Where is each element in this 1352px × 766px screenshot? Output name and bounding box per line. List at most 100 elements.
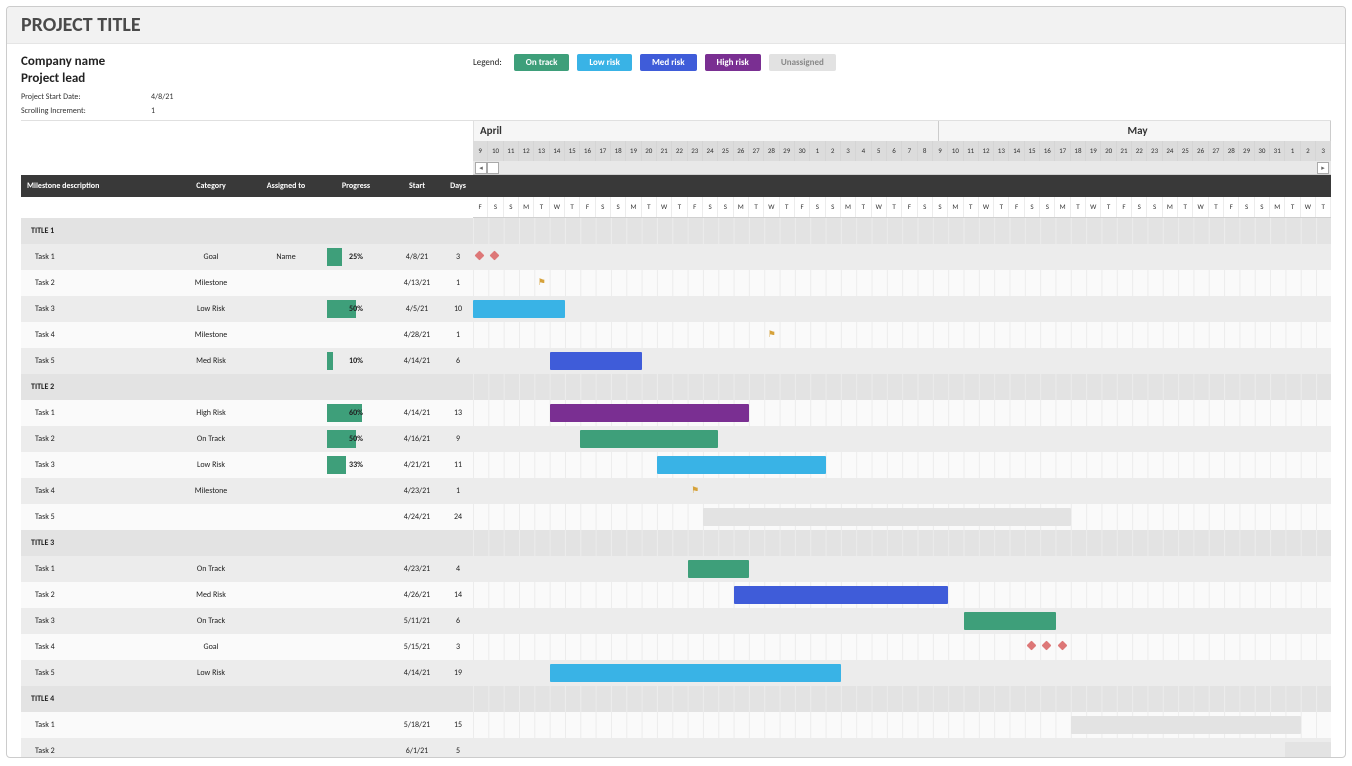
day-letter-cell: M: [734, 197, 749, 217]
start-date-label: Project Start Date:: [21, 92, 151, 102]
cell-progress: 25%: [321, 248, 391, 266]
day-num-cell: 24: [1163, 141, 1178, 161]
day-num-cell: 6: [887, 141, 902, 161]
cell-description: Task 3: [21, 616, 171, 626]
day-letter-cell: S: [810, 197, 825, 217]
cell-category: Milestone: [171, 278, 251, 288]
cell-category: On Track: [171, 616, 251, 626]
cell-start: 4/14/21: [391, 408, 443, 418]
day-num-cell: 20: [642, 141, 657, 161]
cell-start: 5/18/21: [391, 720, 443, 730]
col-assigned: Assigned to: [251, 181, 321, 191]
day-num-cell: 19: [626, 141, 641, 161]
day-letter-cell: F: [1117, 197, 1132, 217]
table-row[interactable]: Task 2On Track50%4/16/219: [21, 426, 1331, 452]
cell-days: 1: [443, 278, 473, 288]
section-row[interactable]: TITLE 3: [21, 530, 1331, 556]
day-num-cell: 31: [1270, 141, 1285, 161]
cell-assigned: Name: [251, 252, 321, 262]
table-row[interactable]: Task 26/1/215: [21, 738, 1331, 758]
day-num-cell: 5: [872, 141, 887, 161]
day-num-cell: 14: [550, 141, 565, 161]
cell-days: 11: [443, 460, 473, 470]
day-letter-cell: S: [1040, 197, 1055, 217]
cell-days: 9: [443, 434, 473, 444]
cell-start: 4/28/21: [391, 330, 443, 340]
table-row[interactable]: Task 1GoalName25%4/8/213: [21, 244, 1331, 270]
section-row[interactable]: TITLE 4: [21, 686, 1331, 712]
table-row[interactable]: Task 4Goal5/15/213: [21, 634, 1331, 660]
table-row[interactable]: Task 5Low Risk4/14/2119: [21, 660, 1331, 686]
table-row[interactable]: Task 1On Track4/23/214: [21, 556, 1331, 582]
table-row[interactable]: Task 2Med Risk4/26/2114: [21, 582, 1331, 608]
day-num-cell: 30: [1255, 141, 1270, 161]
cell-description: Task 1: [21, 720, 171, 730]
day-letter-cell: S: [918, 197, 933, 217]
day-letter-cell: F: [795, 197, 810, 217]
day-num-cell: 25: [1178, 141, 1193, 161]
day-letter-cell: T: [994, 197, 1009, 217]
day-num-cell: 29: [780, 141, 795, 161]
day-num-cell: 3: [841, 141, 856, 161]
table-row[interactable]: Task 1High Risk60%4/14/2113: [21, 400, 1331, 426]
cell-start: 5/11/21: [391, 616, 443, 626]
table-row[interactable]: Task 5Med Risk10%4/14/216: [21, 348, 1331, 374]
cell-days: 13: [443, 408, 473, 418]
day-letter-cell: S: [504, 197, 519, 217]
day-letter-cell: S: [1025, 197, 1040, 217]
scroll-label: Scrolling Increment:: [21, 106, 151, 116]
day-letter-cell: S: [611, 197, 626, 217]
cell-progress: 60%: [321, 404, 391, 422]
day-num-cell: 16: [580, 141, 595, 161]
day-letter-cell: W: [1193, 197, 1208, 217]
day-letter-cell: W: [764, 197, 779, 217]
day-letter-cell: M: [519, 197, 534, 217]
section-row[interactable]: TITLE 1: [21, 218, 1331, 244]
day-letter-cell: S: [718, 197, 733, 217]
table-row[interactable]: Task 3On Track 5/11/216: [21, 608, 1331, 634]
day-num-cell: 30: [795, 141, 810, 161]
cell-days: 5: [443, 746, 473, 756]
month-header-may: May: [939, 121, 1331, 141]
scroll-left-icon[interactable]: ◂: [475, 162, 487, 174]
day-letter-cell: M: [841, 197, 856, 217]
cell-start: 4/21/21: [391, 460, 443, 470]
table-row[interactable]: Task 4Milestone4/23/211: [21, 478, 1331, 504]
table-row[interactable]: Task 2Milestone4/13/211: [21, 270, 1331, 296]
day-num-cell: 7: [902, 141, 917, 161]
day-num-cell: 22: [1132, 141, 1147, 161]
day-letter-cell: T: [887, 197, 902, 217]
day-letter-cell: T: [1209, 197, 1224, 217]
day-num-cell: 3: [1316, 141, 1331, 161]
table-row[interactable]: Task 4Milestone4/28/211: [21, 322, 1331, 348]
scroll-thumb[interactable]: [487, 162, 499, 174]
scroll-right-icon[interactable]: ▸: [1317, 162, 1329, 174]
cell-days: 6: [443, 616, 473, 626]
day-num-cell: 19: [1086, 141, 1101, 161]
day-letter-cell: S: [488, 197, 503, 217]
cell-progress: 33%: [321, 456, 391, 474]
cell-description: Task 2: [21, 746, 171, 756]
cell-description: Task 3: [21, 304, 171, 314]
cell-category: Med Risk: [171, 356, 251, 366]
day-num-cell: 29: [1239, 141, 1254, 161]
timeline-scroller[interactable]: ◂ ▸: [473, 161, 1331, 175]
cell-start: 4/13/21: [391, 278, 443, 288]
cell-category: Low Risk: [171, 304, 251, 314]
day-num-cell: 9: [933, 141, 948, 161]
day-letter-cell: S: [1239, 197, 1254, 217]
table-row[interactable]: Task 54/24/2124: [21, 504, 1331, 530]
table-row[interactable]: Task 15/18/2115: [21, 712, 1331, 738]
table-row[interactable]: Task 3Low Risk50%4/5/2110: [21, 296, 1331, 322]
legend-unassigned: Unassigned: [769, 54, 836, 71]
table-row[interactable]: Task 3Low Risk33%4/21/2111: [21, 452, 1331, 478]
day-num-cell: 13: [994, 141, 1009, 161]
day-num-cell: 26: [734, 141, 749, 161]
day-num-cell: 1: [810, 141, 825, 161]
section-row[interactable]: TITLE 2: [21, 374, 1331, 400]
day-letter-cell: T: [856, 197, 871, 217]
day-letter-cell: S: [596, 197, 611, 217]
day-num-cell: 2: [1301, 141, 1316, 161]
day-letter-cell: M: [1055, 197, 1070, 217]
col-progress: Progress: [321, 181, 391, 191]
